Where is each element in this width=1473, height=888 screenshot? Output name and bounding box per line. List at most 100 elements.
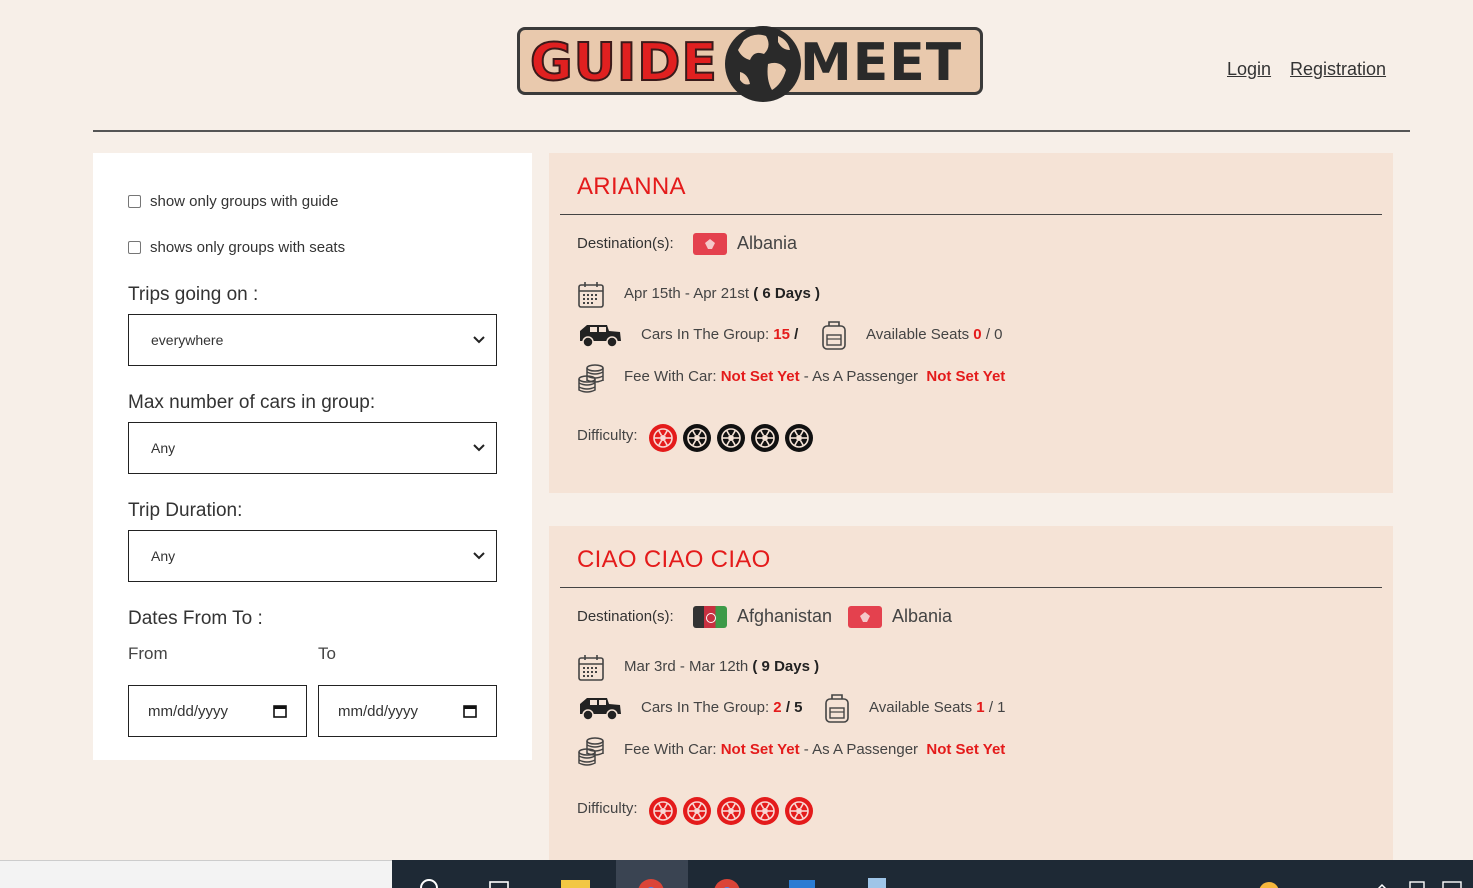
word-icon[interactable]	[787, 876, 817, 888]
to-date-placeholder: mm/dd/yyyy	[338, 702, 419, 720]
destination-label: Destination(s):	[577, 235, 674, 252]
difficulty-wheel-filled-icon	[751, 797, 779, 825]
difficulty-wheel-empty-icon	[683, 424, 711, 452]
albania-flag-icon	[848, 606, 882, 628]
guide-checkbox-label: show only groups with guide	[150, 193, 339, 210]
weather-icon[interactable]	[1254, 876, 1284, 888]
logo-text-guide: GUIDE	[529, 33, 718, 93]
trip-title[interactable]: ARIANNA	[577, 173, 686, 201]
seats-checkbox[interactable]	[128, 241, 141, 254]
trip-card[interactable]: ARIANNA Destination(s): Albania Apr 15th…	[549, 153, 1393, 493]
calendar-icon[interactable]	[463, 704, 477, 718]
trip-card[interactable]: CIAO CIAO CIAO Destination(s): Afghanist…	[549, 526, 1393, 866]
trips-select-value: everywhere	[151, 332, 224, 348]
filters-panel: show only groups with guide shows only g…	[93, 153, 532, 760]
trip-title[interactable]: CIAO CIAO CIAO	[577, 546, 771, 574]
date-range-row: Mar 3rd - Mar 12th ( 9 Days )	[624, 658, 819, 675]
cars-row: Cars In The Group: 2 / 5	[641, 699, 803, 716]
duration-label: Trip Duration:	[128, 500, 243, 521]
notepad-icon[interactable]	[862, 876, 892, 888]
calendar-icon	[578, 282, 604, 308]
cars-label: Cars In The Group:	[641, 326, 770, 343]
taskbar-search-area[interactable]	[0, 860, 392, 888]
difficulty-label: Difficulty:	[577, 427, 638, 444]
fee-car: Not Set Yet	[720, 368, 800, 385]
cars-current: 2	[773, 699, 782, 716]
seats-row: Available Seats 1 / 1	[869, 699, 1006, 716]
header-divider	[93, 130, 1410, 132]
destination-country: Afghanistan	[737, 606, 833, 626]
trips-select[interactable]: everywhere	[128, 314, 497, 366]
destination-country: Albania	[737, 233, 798, 253]
calendar-icon[interactable]	[273, 704, 287, 718]
chrome-icon[interactable]	[636, 876, 666, 888]
afghanistan-flag-icon	[693, 606, 727, 628]
jeep-icon	[580, 325, 621, 348]
duration-select-value: Any	[151, 548, 176, 564]
card-divider	[560, 214, 1382, 215]
search-icon[interactable]	[414, 876, 444, 888]
chevron-down-icon	[473, 552, 485, 560]
cars-label: Max number of cars in group:	[128, 392, 376, 413]
site-logo[interactable]: GUIDE MEET	[517, 26, 983, 102]
to-date-input[interactable]: mm/dd/yyyy	[318, 685, 497, 737]
cars-separator: /	[794, 326, 799, 343]
coins-icon	[578, 737, 604, 766]
albania-flag-icon	[693, 233, 727, 255]
difficulty-wheel-empty-icon	[785, 424, 813, 452]
fee-passenger: Not Set Yet	[926, 741, 1006, 758]
globe-icon	[725, 26, 801, 102]
chevron-up-icon[interactable]	[1367, 876, 1397, 888]
login-link[interactable]: Login	[1227, 59, 1271, 80]
fee-car: Not Set Yet	[720, 741, 800, 758]
seats-filter[interactable]: shows only groups with seats	[128, 239, 345, 256]
fee-label: Fee With Car:	[624, 368, 717, 385]
chrome-icon[interactable]	[712, 876, 742, 888]
task-view-icon[interactable]	[484, 876, 514, 888]
from-date-input[interactable]: mm/dd/yyyy	[128, 685, 307, 737]
backpack-icon	[822, 321, 846, 350]
coins-icon	[578, 364, 604, 393]
difficulty-wheel-filled-icon	[785, 797, 813, 825]
dates-label: Dates From To :	[128, 608, 263, 629]
trip-duration: ( 6 Days )	[753, 285, 820, 302]
seats-current: 0	[973, 326, 982, 343]
volume-icon[interactable]	[1437, 876, 1467, 888]
difficulty-wheel-filled-icon	[683, 797, 711, 825]
destination-label: Destination(s):	[577, 608, 674, 625]
network-icon[interactable]	[1402, 876, 1432, 888]
fee-row: Fee With Car: Not Set Yet - As A Passeng…	[624, 368, 1005, 385]
seats-separator: / 0	[985, 326, 1003, 343]
destination-country: Albania	[892, 606, 953, 626]
file-explorer-icon[interactable]	[560, 876, 590, 888]
seats-separator: / 1	[988, 699, 1006, 716]
difficulty-wheel-filled-icon	[649, 797, 677, 825]
trips-label: Trips going on :	[128, 284, 259, 305]
trip-duration: ( 9 Days )	[752, 658, 820, 675]
date-range-row: Apr 15th - Apr 21st ( 6 Days )	[624, 285, 820, 302]
fee-row: Fee With Car: Not Set Yet - As A Passeng…	[624, 741, 1005, 758]
seats-row: Available Seats 0 / 0	[866, 326, 1003, 343]
logo-text-meet: MEET	[800, 33, 963, 93]
from-label: From	[128, 644, 168, 663]
difficulty-wheel-filled-icon	[717, 797, 745, 825]
registration-link[interactable]: Registration	[1290, 59, 1386, 80]
difficulty-wheel-empty-icon	[751, 424, 779, 452]
seats-current: 1	[976, 699, 985, 716]
fee-passenger: Not Set Yet	[926, 368, 1006, 385]
to-label: To	[318, 644, 336, 663]
date-range: Mar 3rd - Mar 12th	[624, 658, 749, 675]
chevron-down-icon	[473, 444, 485, 452]
cars-current: 15	[773, 326, 790, 343]
fee-passenger-label: - As A Passenger	[803, 368, 919, 385]
cars-label: Cars In The Group:	[641, 699, 770, 716]
calendar-icon	[578, 655, 604, 681]
cars-separator: / 5	[785, 699, 803, 716]
duration-select[interactable]: Any	[128, 530, 497, 582]
date-range: Apr 15th - Apr 21st	[624, 285, 750, 302]
jeep-icon	[580, 698, 621, 721]
guide-filter[interactable]: show only groups with guide	[128, 193, 338, 210]
guide-checkbox[interactable]	[128, 195, 141, 208]
cars-select[interactable]: Any	[128, 422, 497, 474]
difficulty-wheel-filled-icon	[649, 424, 677, 452]
